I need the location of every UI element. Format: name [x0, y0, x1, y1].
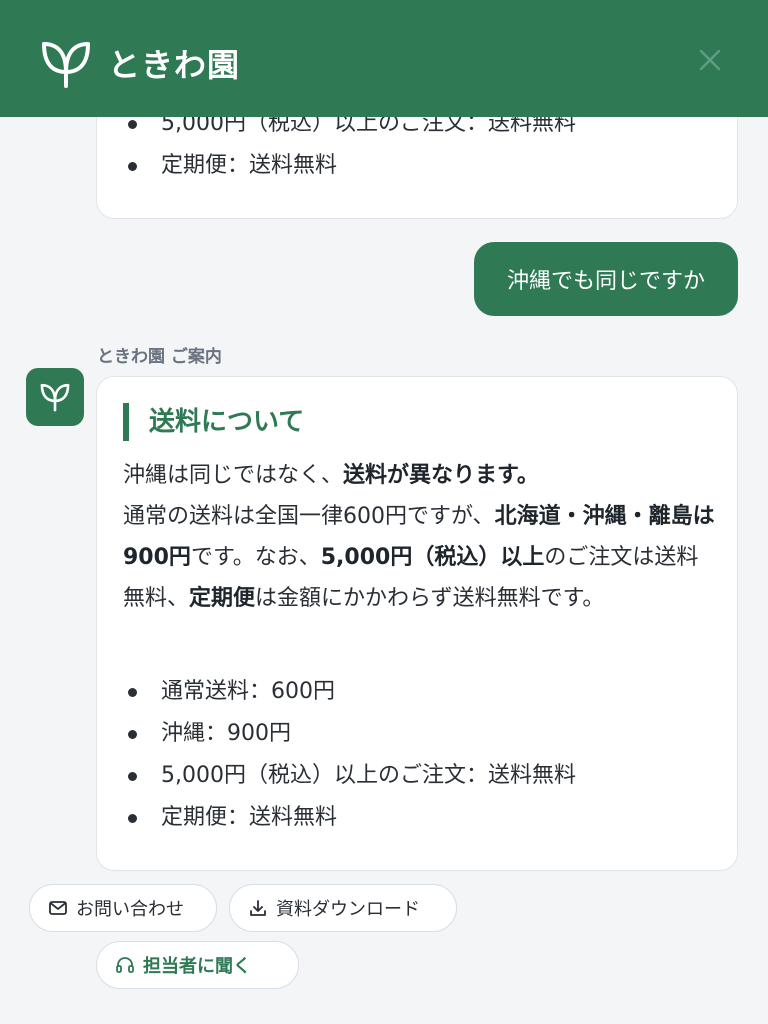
sprout-icon [40, 383, 70, 412]
bold-text: 定期便 [189, 586, 256, 611]
text-span: 沖縄は同じではなく、 [123, 463, 344, 488]
message-title: 送料について [123, 403, 304, 441]
bot-sender-label: ときわ園 ご案内 [97, 347, 222, 367]
bold-text: 5,000円（税込）以上 [320, 545, 545, 570]
text-span: 通常の送料は全国一律600円ですが、 [123, 504, 495, 529]
bold-text: 送料が異なります。 [343, 463, 539, 488]
close-icon [699, 49, 721, 71]
contact-label: お問い合わせ [76, 899, 184, 920]
agent-label: 担当者に聞く [143, 956, 251, 977]
contact-button[interactable]: お問い合わせ [29, 884, 217, 932]
text-span: です。なお、 [190, 545, 321, 570]
sprout-icon [42, 42, 90, 88]
text-span: は金額にかかわらず送料無料です。 [255, 586, 605, 611]
download-button[interactable]: 資料ダウンロード [229, 884, 457, 932]
list-item: 定期便：送料無料 [97, 145, 737, 187]
app-header: ときわ園 [0, 0, 768, 117]
download-label: 資料ダウンロード [276, 899, 420, 920]
chat-area: 5,000円（税込）以上のご注文：送料無料 定期便：送料無料 沖縄でも同じですか… [0, 0, 768, 1024]
list-item: 5,000円（税込）以上のご注文：送料無料 [97, 755, 737, 797]
ask-agent-button[interactable]: 担当者に聞く [96, 941, 299, 989]
brand-name: ときわ園 [108, 46, 241, 84]
list-item: 通常送料：600円 [97, 671, 737, 713]
list-item: 定期便：送料無料 [97, 797, 737, 839]
message-paragraph: 沖縄は同じではなく、送料が異なります。 通常の送料は全国一律600円ですが、北海道… [123, 455, 719, 619]
bot-avatar [26, 368, 84, 426]
bullet-list: 通常送料：600円 沖縄：900円 5,000円（税込）以上のご注文：送料無料 … [97, 671, 737, 839]
headset-icon [116, 957, 134, 973]
user-message-bubble: 沖縄でも同じですか [474, 242, 738, 316]
download-icon [250, 900, 266, 916]
close-button[interactable] [690, 40, 730, 80]
user-message-text: 沖縄でも同じですか [506, 269, 705, 294]
mail-icon [49, 901, 67, 915]
list-item: 沖縄：900円 [97, 713, 737, 755]
bot-message-card: 送料について 沖縄は同じではなく、送料が異なります。通常の送料は全国一律600円… [96, 376, 738, 871]
